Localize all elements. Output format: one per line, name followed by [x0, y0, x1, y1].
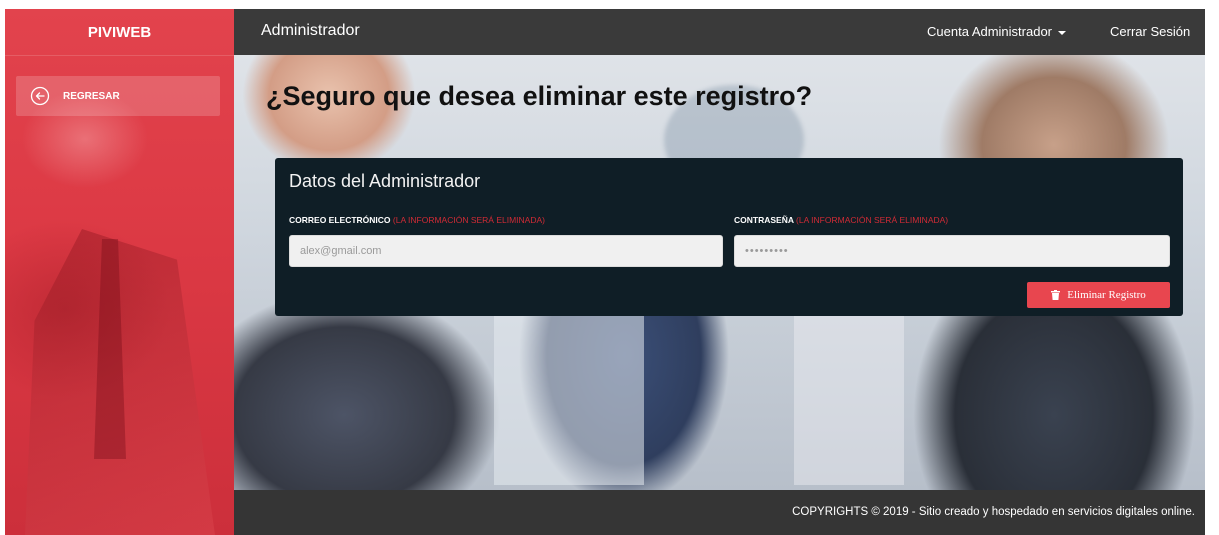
account-dropdown-label: Cuenta Administrador [927, 24, 1053, 39]
footer: COPYRIGHTS © 2019 - Sitio creado y hospe… [234, 490, 1205, 535]
password-field[interactable] [734, 235, 1170, 267]
email-field[interactable] [289, 235, 723, 267]
password-warning-note: (LA INFORMACIÓN SERÁ ELIMINADA) [796, 215, 949, 225]
card-title: Datos del Administrador [289, 171, 481, 191]
page-section-title: Administrador [261, 22, 360, 39]
brand-logo[interactable]: PIVIWEB [5, 9, 234, 56]
arrow-left-circle-icon [30, 86, 50, 106]
sidebar: PIVIWEB REGRESAR [5, 9, 234, 535]
app-frame: PIVIWEB REGRESAR Administrador Cuenta Ad… [5, 9, 1205, 535]
back-button[interactable]: REGRESAR [16, 76, 220, 116]
trash-icon [1051, 290, 1061, 300]
password-label-text: CONTRASEÑA [734, 215, 794, 225]
back-button-label: REGRESAR [63, 90, 120, 102]
password-field-label: CONTRASEÑA (LA INFORMACIÓN SERÁ ELIMINAD… [734, 215, 948, 225]
delete-record-button[interactable]: Eliminar Registro [1027, 282, 1170, 308]
top-navbar: Administrador Cuenta Administrador Cerra… [234, 9, 1205, 55]
email-field-label: CORREO ELECTRÓNICO (LA INFORMACIÓN SERÁ … [289, 215, 545, 225]
email-label-text: CORREO ELECTRÓNICO [289, 215, 391, 225]
copyright-text: COPYRIGHTS © 2019 - Sitio creado y hospe… [792, 506, 1195, 518]
email-warning-note: (LA INFORMACIÓN SERÁ ELIMINADA) [392, 215, 545, 225]
caret-down-icon [1058, 30, 1067, 35]
account-dropdown[interactable]: Cuenta Administrador [927, 24, 1067, 39]
logout-link[interactable]: Cerrar Sesión [1110, 24, 1190, 39]
confirm-heading: ¿Seguro que desea eliminar este registro… [266, 81, 813, 111]
main-content: ¿Seguro que desea eliminar este registro… [234, 55, 1205, 490]
background-photo-detail [494, 295, 644, 485]
delete-record-label: Eliminar Registro [1067, 289, 1146, 301]
admin-data-card: Datos del Administrador CORREO ELECTRÓNI… [275, 158, 1183, 316]
